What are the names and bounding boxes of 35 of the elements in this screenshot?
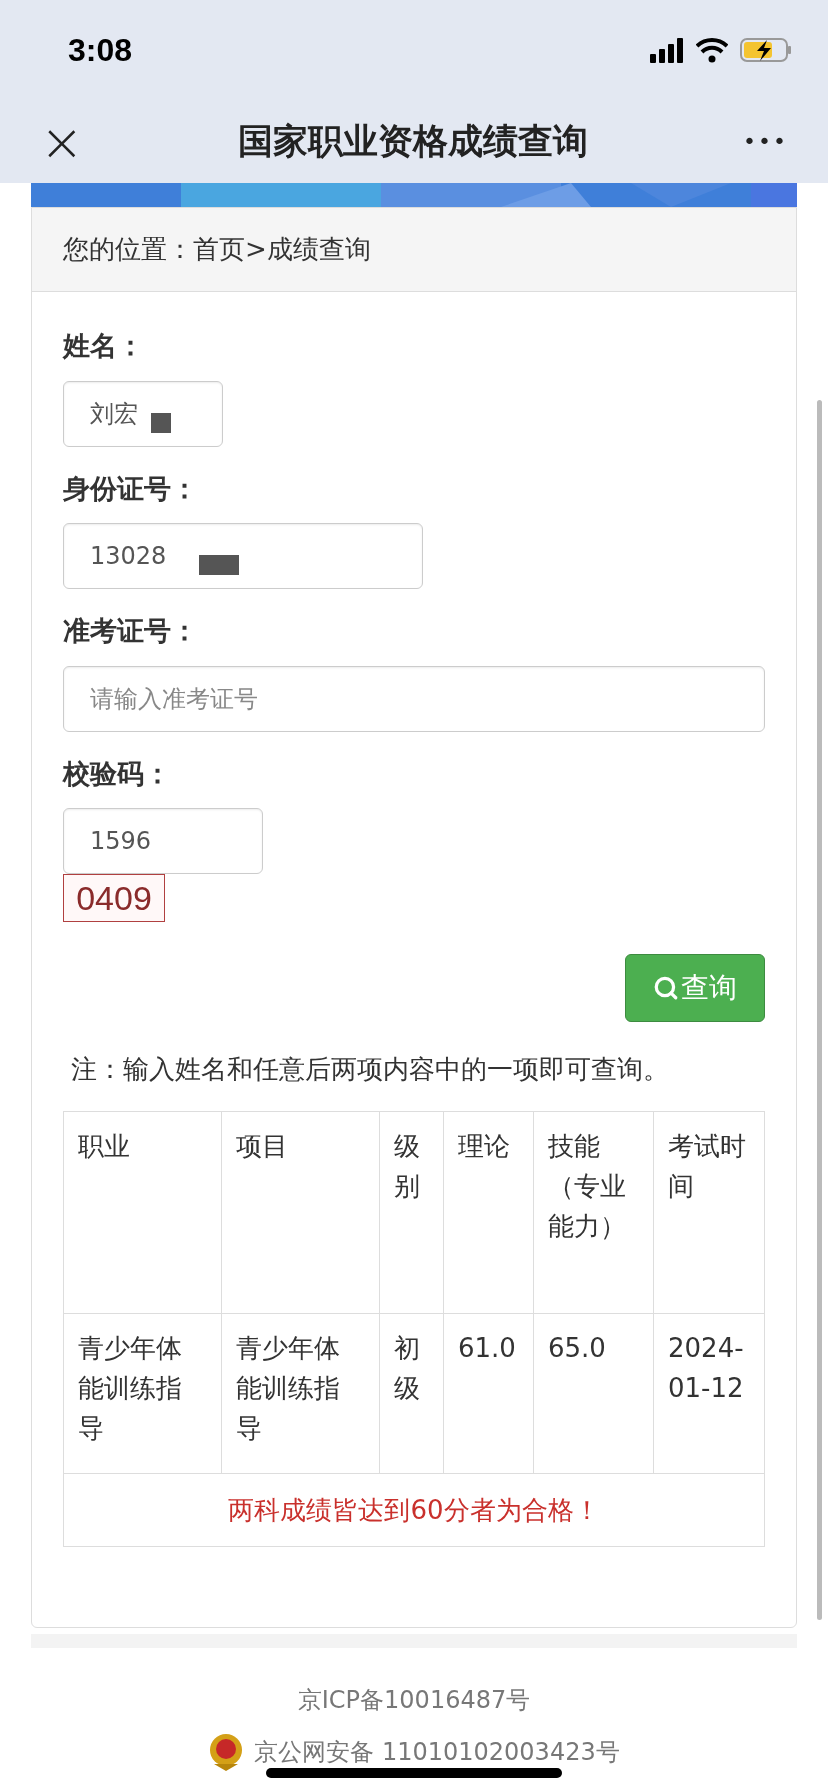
- close-button[interactable]: ×: [40, 115, 84, 168]
- column-header: 职业: [78, 1130, 131, 1163]
- field-label: 身份证号：: [63, 471, 199, 506]
- battery-charging-icon: [740, 38, 792, 62]
- field-label: 姓名：: [63, 329, 145, 363]
- captcha-image[interactable]: 0409: [63, 874, 165, 922]
- icp-text: 京ICP备10016487号: [297, 1685, 531, 1716]
- note-text: 注：输入姓名和任意后两项内容中的一项即可查询。: [70, 1053, 670, 1086]
- input-field[interactable]: 请输入准考证号: [63, 665, 765, 732]
- more-button[interactable]: •••: [743, 125, 788, 158]
- table-cell-text: 青少年体能训练指导: [236, 1332, 341, 1445]
- input-field[interactable]: 13028: [63, 523, 423, 589]
- table-cell-text: 65.0: [548, 1332, 607, 1365]
- pass-note: 两科成绩皆达到60分者为合格！: [228, 1494, 600, 1527]
- police-record-text: 京公网安备 11010102003423号: [254, 1737, 620, 1768]
- field-label: 准考证号：: [63, 614, 199, 648]
- table-cell-text: 青少年体能训练指导: [78, 1332, 183, 1445]
- table-cell-text: 2024-01-12: [668, 1332, 745, 1405]
- column-header: 考试时间: [668, 1130, 747, 1203]
- page-title: 国家职业资格成绩查询: [238, 120, 589, 164]
- column-header: 级别: [394, 1130, 421, 1203]
- input-field[interactable]: 1596: [63, 808, 263, 874]
- column-header: 技能（专业能力）: [548, 1130, 627, 1243]
- field-label: 校验码：: [63, 756, 172, 791]
- wifi-icon: [696, 37, 728, 63]
- table-cell-text: 初级: [394, 1332, 421, 1405]
- search-icon: [653, 975, 679, 1001]
- status-time: 3:08: [68, 31, 133, 70]
- signal-icon: [650, 37, 684, 63]
- column-header: 项目: [236, 1130, 289, 1163]
- table-cell-text: 61.0: [458, 1332, 517, 1365]
- column-header: 理论: [458, 1130, 511, 1163]
- breadcrumb: 您的位置：首页>成绩查询: [63, 233, 371, 266]
- emblem-icon: [208, 1732, 245, 1772]
- input-field[interactable]: 刘宏: [63, 380, 223, 447]
